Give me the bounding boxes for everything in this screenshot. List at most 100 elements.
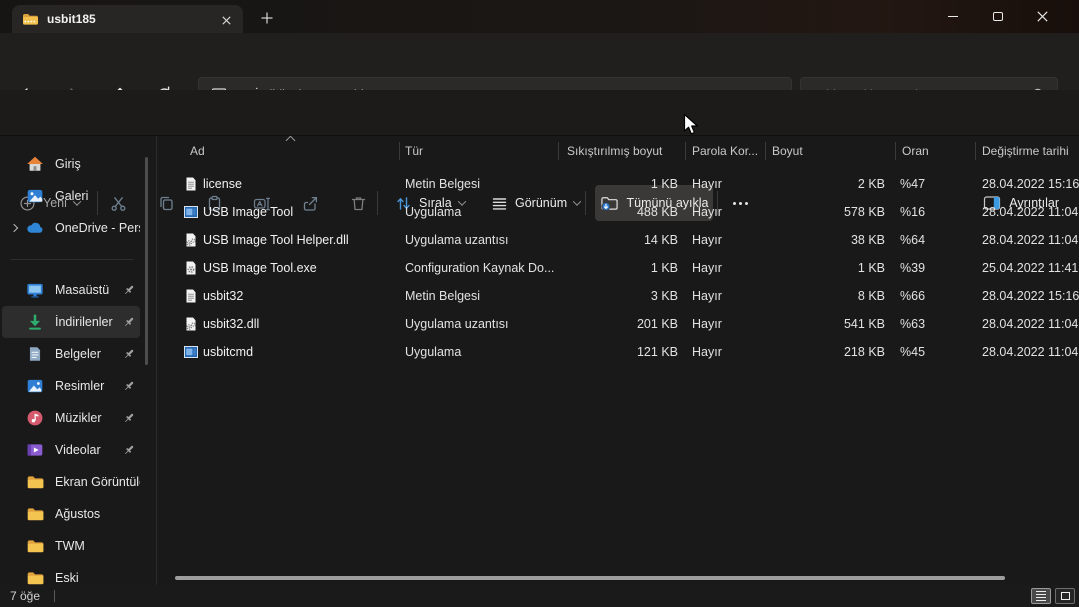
column-resize-handle[interactable] — [558, 142, 559, 160]
file-row[interactable]: USB Image Tool Helper.dll Uygulama uzant… — [157, 226, 1079, 254]
column-header-modified[interactable]: Değiştirme tarihi — [982, 144, 1069, 158]
folder-icon — [26, 537, 44, 555]
pictures-icon — [26, 377, 44, 395]
file-row[interactable]: USB Image Tool Uygulama 488 KB Hayır 578… — [157, 198, 1079, 226]
sidebar-item-eski-folder[interactable]: Eski — [2, 562, 140, 585]
file-size: 2 KB — [797, 177, 885, 191]
file-modified-date: 28.04.2022 15:16 — [982, 177, 1079, 191]
column-resize-handle[interactable] — [685, 142, 686, 160]
title-bar: usbit185 — [0, 0, 1079, 33]
file-name: usbit32 — [203, 289, 243, 303]
file-size: 218 KB — [797, 345, 885, 359]
file-modified-date: 28.04.2022 11:04 — [982, 317, 1078, 331]
file-name: USB Image Tool Helper.dll — [203, 233, 349, 247]
minimize-icon — [948, 16, 958, 17]
text-file-icon — [183, 176, 199, 192]
explorer-tab[interactable]: usbit185 — [12, 5, 243, 33]
file-modified-date: 28.04.2022 11:04 — [982, 233, 1078, 247]
column-header-compressed[interactable]: Sıkıştırılmış boyut — [567, 144, 662, 158]
maximize-icon — [993, 12, 1003, 21]
sidebar-item-label: Ağustos — [55, 507, 140, 521]
file-compressed-size: 201 KB — [537, 317, 678, 331]
sidebar-scrollbar[interactable] — [145, 157, 148, 365]
pin-icon — [122, 411, 136, 425]
file-type: Uygulama — [405, 345, 461, 359]
file-explorer-window: usbit185 — [0, 0, 1079, 607]
app-file-icon — [183, 204, 199, 220]
column-resize-handle[interactable] — [765, 142, 766, 160]
app-file-icon — [183, 344, 199, 360]
minimize-button[interactable] — [930, 0, 975, 33]
sidebar-item-music[interactable]: Müzikler — [2, 402, 140, 434]
downloads-icon — [26, 313, 44, 331]
sidebar-item-desktop[interactable]: Masaüstü — [2, 274, 140, 306]
navigation-bar: İndirilenler usbit185 — [0, 33, 1079, 90]
pin-icon — [122, 443, 136, 457]
sidebar-item-twm-folder[interactable]: TWM — [2, 530, 140, 562]
folder-icon — [26, 505, 44, 523]
sidebar-item-onedrive[interactable]: OneDrive - Pers — [2, 212, 140, 244]
file-compressed-size: 1 KB — [537, 177, 678, 191]
file-size: 1 KB — [797, 261, 885, 275]
file-type: Uygulama — [405, 205, 461, 219]
file-password-protected: Hayır — [692, 261, 722, 275]
file-password-protected: Hayır — [692, 233, 722, 247]
file-name: usbitcmd — [203, 345, 253, 359]
column-resize-handle[interactable] — [975, 142, 976, 160]
column-header-size[interactable]: Boyut — [772, 144, 803, 158]
new-tab-button[interactable] — [256, 8, 278, 28]
sidebar-item-screenshots-folder[interactable]: Ekran Görüntüle — [2, 466, 140, 498]
file-size: 578 KB — [797, 205, 885, 219]
file-compressed-size: 488 KB — [537, 205, 678, 219]
sidebar-item-label: Eski — [55, 571, 140, 585]
column-header-password[interactable]: Parola Kor... — [692, 144, 758, 158]
videos-icon — [26, 441, 44, 459]
sidebar-item-pictures[interactable]: Resimler — [2, 370, 140, 402]
file-row[interactable]: license Metin Belgesi 1 KB Hayır 2 KB %4… — [157, 170, 1079, 198]
folder-icon — [26, 569, 44, 585]
file-row[interactable]: usbit32.dll Uygulama uzantısı 201 KB Hay… — [157, 310, 1079, 338]
file-type: Metin Belgesi — [405, 177, 480, 191]
expand-chevron-icon[interactable] — [10, 224, 18, 232]
tab-close-button[interactable] — [218, 12, 234, 28]
file-ratio: %63 — [900, 317, 925, 331]
file-row[interactable]: usbitcmd Uygulama 121 KB Hayır 218 KB %4… — [157, 338, 1079, 366]
close-icon — [1037, 11, 1048, 22]
desktop-icon — [26, 281, 44, 299]
column-header-name[interactable]: Ad — [190, 144, 205, 158]
folder-icon — [26, 473, 44, 491]
sidebar-item-label: Giriş — [55, 157, 140, 171]
file-modified-date: 25.04.2022 11:41 — [982, 261, 1078, 275]
maximize-button[interactable] — [975, 0, 1020, 33]
file-password-protected: Hayır — [692, 345, 722, 359]
tab-title: usbit185 — [47, 12, 96, 26]
large-icons-view-button[interactable] — [1055, 588, 1075, 604]
column-resize-handle[interactable] — [399, 142, 400, 160]
file-ratio: %47 — [900, 177, 925, 191]
sidebar-item-label: Ekran Görüntüle — [55, 475, 140, 489]
file-row[interactable]: usbit32 Metin Belgesi 3 KB Hayır 8 KB %6… — [157, 282, 1079, 310]
file-modified-date: 28.04.2022 11:04 — [982, 345, 1078, 359]
close-window-button[interactable] — [1020, 0, 1065, 33]
horizontal-scrollbar[interactable] — [175, 576, 1005, 580]
column-resize-handle[interactable] — [895, 142, 896, 160]
file-compressed-size: 14 KB — [537, 233, 678, 247]
sidebar-item-agustos-folder[interactable]: Ağustos — [2, 498, 140, 530]
status-divider — [54, 590, 55, 602]
details-view-button[interactable] — [1031, 588, 1051, 604]
sidebar-item-label: TWM — [55, 539, 140, 553]
sidebar-item-label: Galeri — [55, 189, 140, 203]
sidebar-item-gallery[interactable]: Galeri — [2, 180, 140, 212]
sidebar-item-downloads[interactable]: İndirilenler — [2, 306, 140, 338]
sidebar-item-documents[interactable]: Belgeler — [2, 338, 140, 370]
column-header-ratio[interactable]: Oran — [902, 144, 929, 158]
column-header-type[interactable]: Tür — [405, 144, 423, 158]
file-password-protected: Hayır — [692, 289, 722, 303]
sidebar-item-videos[interactable]: Videolar — [2, 434, 140, 466]
window-controls — [930, 0, 1065, 33]
file-ratio: %66 — [900, 289, 925, 303]
sidebar-item-home[interactable]: Giriş — [2, 148, 140, 180]
file-row[interactable]: USB Image Tool.exe Configuration Kaynak … — [157, 254, 1079, 282]
details-view-icon — [1036, 591, 1046, 601]
command-bar: Yeni — [0, 90, 1079, 136]
